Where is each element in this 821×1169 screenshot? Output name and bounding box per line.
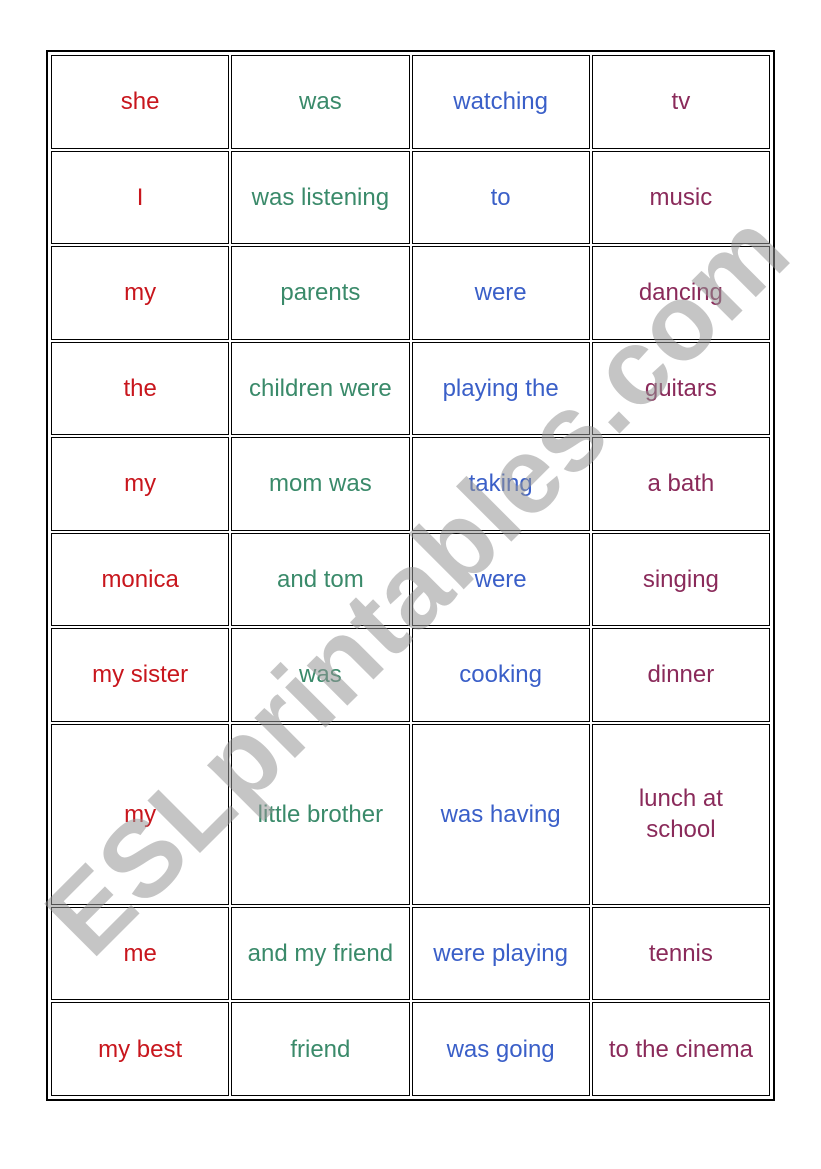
word-card: tennis bbox=[591, 906, 770, 1001]
word-card: were playing bbox=[411, 906, 590, 1001]
word-card: my sister bbox=[51, 628, 230, 722]
table-row: me and my friend were playing tennis bbox=[51, 906, 770, 1001]
word-card: playing the bbox=[411, 341, 590, 435]
word-card: dinner bbox=[591, 628, 770, 722]
card-sheet: she was watching tv I was listening to m… bbox=[46, 50, 775, 1101]
table-row: my mom was taking a bath bbox=[51, 437, 770, 531]
word-card: watching bbox=[411, 55, 590, 149]
word-card: me bbox=[51, 906, 230, 1001]
word-card: monica bbox=[51, 532, 230, 626]
word-card: my bbox=[51, 437, 230, 531]
word-card: dancing bbox=[591, 246, 770, 340]
word-card: to bbox=[411, 150, 590, 244]
word-card: were bbox=[411, 532, 590, 626]
word-card: was going bbox=[411, 1002, 590, 1096]
word-card: lunch at school bbox=[591, 723, 770, 905]
word-card: my bbox=[51, 723, 230, 905]
word-card: singing bbox=[591, 532, 770, 626]
table-row: my parents were dancing bbox=[51, 246, 770, 340]
word-card: to the cinema bbox=[591, 1002, 770, 1096]
word-card: my bbox=[51, 246, 230, 340]
word-card: children were bbox=[231, 341, 410, 435]
table-row: I was listening to music bbox=[51, 150, 770, 244]
word-card: cooking bbox=[411, 628, 590, 722]
word-card: was bbox=[231, 55, 410, 149]
table-row: my little brother was having lunch at sc… bbox=[51, 723, 770, 905]
word-card: my best bbox=[51, 1002, 230, 1096]
word-card: was listening bbox=[231, 150, 410, 244]
word-card: taking bbox=[411, 437, 590, 531]
word-card: little brother bbox=[231, 723, 410, 905]
word-card-table: she was watching tv I was listening to m… bbox=[49, 53, 772, 1098]
word-card: and my friend bbox=[231, 906, 410, 1001]
word-card: was having bbox=[411, 723, 590, 905]
word-card: tv bbox=[591, 55, 770, 149]
table-row: my best friend was going to the cinema bbox=[51, 1002, 770, 1096]
word-card: parents bbox=[231, 246, 410, 340]
word-card: were bbox=[411, 246, 590, 340]
word-card: she bbox=[51, 55, 230, 149]
table-row: the children were playing the guitars bbox=[51, 341, 770, 435]
word-card: I bbox=[51, 150, 230, 244]
word-card: and tom bbox=[231, 532, 410, 626]
word-card: music bbox=[591, 150, 770, 244]
table-row: monica and tom were singing bbox=[51, 532, 770, 626]
word-card: a bath bbox=[591, 437, 770, 531]
table-row: my sister was cooking dinner bbox=[51, 628, 770, 722]
word-card: was bbox=[231, 628, 410, 722]
word-card: guitars bbox=[591, 341, 770, 435]
word-card: mom was bbox=[231, 437, 410, 531]
table-row: she was watching tv bbox=[51, 55, 770, 149]
word-card: the bbox=[51, 341, 230, 435]
word-card: friend bbox=[231, 1002, 410, 1096]
